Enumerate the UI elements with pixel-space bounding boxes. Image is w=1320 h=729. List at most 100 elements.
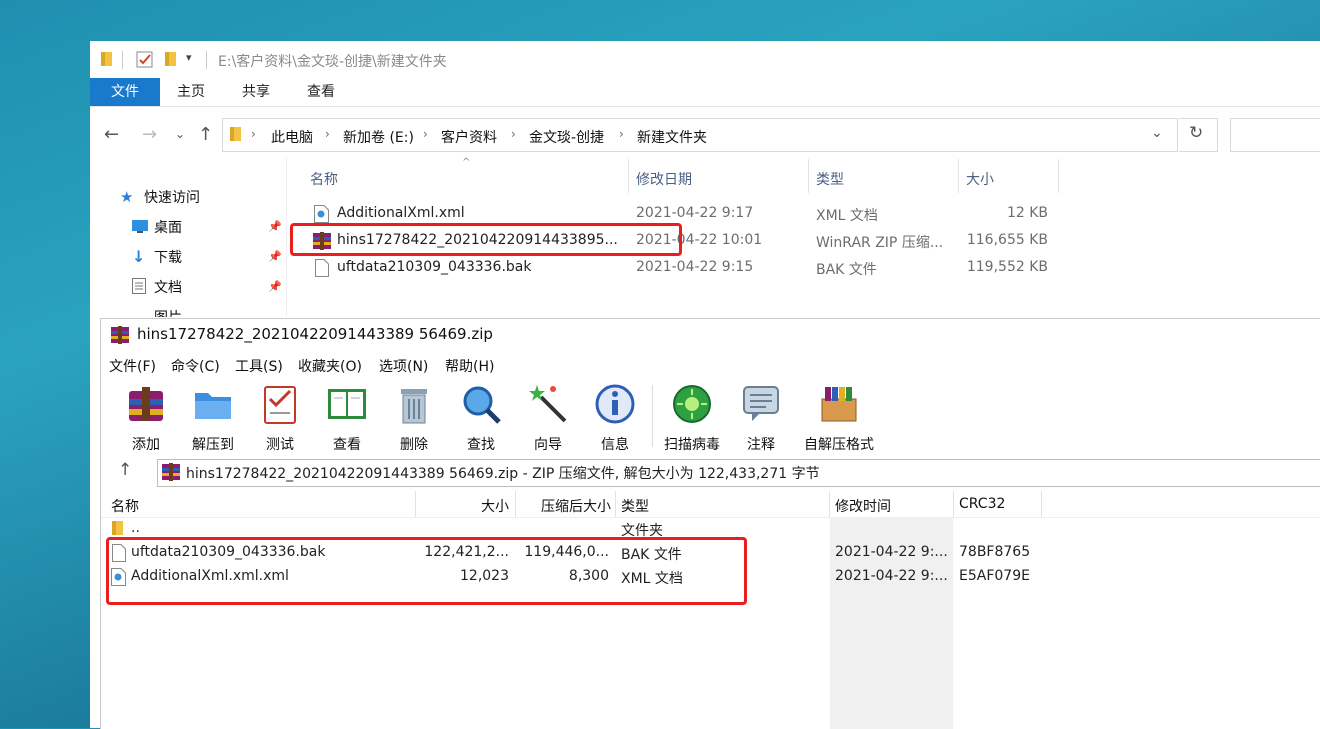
file-name: AdditionalXml.xml: [337, 205, 465, 221]
scan-virus-label: 扫描病毒: [664, 437, 720, 453]
nav-item-downloads[interactable]: 下载: [154, 247, 182, 267]
column-header-packed[interactable]: 压缩后大小: [519, 496, 611, 516]
address-bar[interactable]: › 此电脑 › 新加卷 (E:) › 客户资料 › 金文琰-创捷 › 新建文件夹…: [222, 118, 1178, 152]
file-size: 116,655 KB: [966, 232, 1048, 248]
menu-help[interactable]: 帮助(H): [445, 356, 494, 376]
comment-button[interactable]: 注释: [731, 381, 791, 453]
scan-virus-button[interactable]: 扫描病毒: [662, 381, 722, 453]
column-divider: [1041, 491, 1042, 517]
file-date: 2021-04-22 9:17: [636, 205, 754, 221]
parent-folder-name: ..: [131, 520, 140, 536]
extract-to-button[interactable]: 解压到: [183, 381, 243, 453]
column-divider: [615, 491, 616, 517]
column-divider: [515, 491, 516, 517]
entry-modified: 2021-04-22 9:...: [835, 544, 948, 560]
search-input[interactable]: [1230, 118, 1320, 152]
info-button[interactable]: 信息: [585, 381, 645, 453]
column-header-modified[interactable]: 修改时间: [835, 496, 891, 516]
address-row: ← → ⌄ ↑ › 此电脑 › 新加卷 (E:) › 客户资料 › 金文琰-创捷…: [90, 111, 1320, 157]
tab-file[interactable]: 文件: [90, 78, 160, 106]
file-type: XML 文档: [816, 208, 878, 224]
documents-icon: [132, 278, 146, 298]
desktop-icon: [132, 220, 148, 237]
breadcrumb-separator: ›: [423, 127, 428, 141]
nav-item-pictures[interactable]: 图片: [154, 307, 182, 317]
sort-ascending-icon: ^: [462, 157, 471, 168]
menu-favorites[interactable]: 收藏夹(O): [298, 356, 362, 376]
address-dropdown-icon[interactable]: ⌄: [1151, 125, 1163, 141]
list-header: 名称 大小 压缩后大小 类型 修改时间 CRC32: [101, 491, 1320, 518]
column-header-crc[interactable]: CRC32: [959, 496, 1005, 512]
add-button[interactable]: 添加: [116, 381, 176, 453]
back-icon[interactable]: ←: [104, 124, 119, 145]
explorer-titlebar: ▾ E:\客户资料\金文琰-创捷\新建文件夹: [90, 41, 1320, 78]
refresh-button[interactable]: ↻: [1179, 118, 1218, 152]
winrar-app-icon: [111, 326, 129, 348]
column-header-size[interactable]: 大小: [419, 496, 509, 516]
pane-divider: [286, 157, 287, 317]
menu-file[interactable]: 文件(F): [109, 356, 156, 376]
nav-item-documents[interactable]: 文档: [154, 277, 182, 297]
column-header-type[interactable]: 类型: [621, 496, 649, 516]
column-divider: [415, 491, 416, 517]
separator: [122, 51, 123, 69]
nav-item-desktop[interactable]: 桌面: [154, 217, 182, 237]
toolbar: 添加 解压到 测试 查看 删除 查找 向导 信息 扫描病毒 注释 自解压格式: [101, 377, 1320, 455]
tab-share[interactable]: 共享: [235, 78, 277, 106]
column-header-type[interactable]: 类型: [816, 169, 844, 189]
file-icon: [315, 259, 329, 281]
column-header-date[interactable]: 修改日期: [636, 169, 692, 189]
winrar-window: hins17278422_20210422091443389 56469.zip…: [100, 318, 1320, 729]
sfx-button[interactable]: 自解压格式: [804, 381, 874, 453]
folder-icon: [100, 51, 114, 71]
breadcrumb-drive-e[interactable]: 新加卷 (E:): [343, 127, 414, 147]
properties-icon[interactable]: [136, 51, 154, 73]
column-header-name[interactable]: 名称: [111, 496, 139, 516]
breadcrumb-new-folder[interactable]: 新建文件夹: [637, 127, 707, 147]
column-divider: [628, 159, 629, 193]
breadcrumb-this-pc[interactable]: 此电脑: [271, 127, 313, 147]
window-title: hins17278422_20210422091443389 56469.zip: [137, 325, 493, 343]
breadcrumb-client-folder[interactable]: 金文琰-创捷: [529, 127, 604, 147]
find-button[interactable]: 查找: [451, 381, 511, 453]
magnifier-icon: [463, 386, 501, 424]
add-archive-icon: [129, 387, 163, 421]
entry-crc: E5AF079E: [959, 568, 1030, 584]
recent-locations-icon[interactable]: ⌄: [175, 127, 185, 141]
entry-crc: 78BF8765: [959, 544, 1031, 560]
highlight-box: [290, 223, 682, 256]
file-date: 2021-04-22 9:15: [636, 259, 754, 275]
menu-tools[interactable]: 工具(S): [235, 356, 283, 376]
quick-access-label[interactable]: 快速访问: [144, 187, 200, 207]
column-header-size[interactable]: 大小: [966, 169, 994, 189]
up-icon[interactable]: ↑: [198, 124, 213, 145]
tab-home[interactable]: 主页: [170, 78, 212, 106]
up-folder-icon[interactable]: ↑: [118, 460, 132, 480]
delete-button[interactable]: 删除: [384, 381, 444, 453]
pin-icon: 📌: [268, 250, 282, 263]
customize-quick-access-icon[interactable]: ▾: [186, 51, 192, 64]
test-icon: [264, 386, 296, 424]
view-button[interactable]: 查看: [317, 381, 377, 453]
file-row[interactable]: uftdata210309_043336.bak 2021-04-22 9:15…: [312, 255, 1072, 282]
breadcrumb-separator: ›: [511, 127, 516, 141]
pin-icon: 📌: [268, 280, 282, 293]
new-folder-icon[interactable]: [164, 51, 178, 71]
column-header-name[interactable]: 名称: [310, 169, 338, 189]
forward-icon[interactable]: →: [142, 124, 157, 145]
highlight-box: [106, 537, 747, 605]
column-divider: [808, 159, 809, 193]
breadcrumb-customer-data[interactable]: 客户资料: [441, 127, 497, 147]
archive-path-field[interactable]: hins17278422_20210422091443389 56469.zip…: [157, 459, 1320, 487]
wizard-button[interactable]: 向导: [518, 381, 578, 453]
tab-view[interactable]: 查看: [300, 78, 342, 106]
menu-commands[interactable]: 命令(C): [171, 356, 220, 376]
column-divider: [953, 491, 954, 517]
magic-wand-icon: [529, 385, 567, 423]
info-icon: [595, 384, 635, 424]
test-button[interactable]: 测试: [250, 381, 310, 453]
menu-options[interactable]: 选项(N): [379, 356, 428, 376]
winrar-archive-icon: [162, 463, 180, 485]
file-name: uftdata210309_043336.bak: [337, 259, 532, 275]
menu-bar: 文件(F) 命令(C) 工具(S) 收藏夹(O) 选项(N) 帮助(H): [101, 352, 1320, 378]
